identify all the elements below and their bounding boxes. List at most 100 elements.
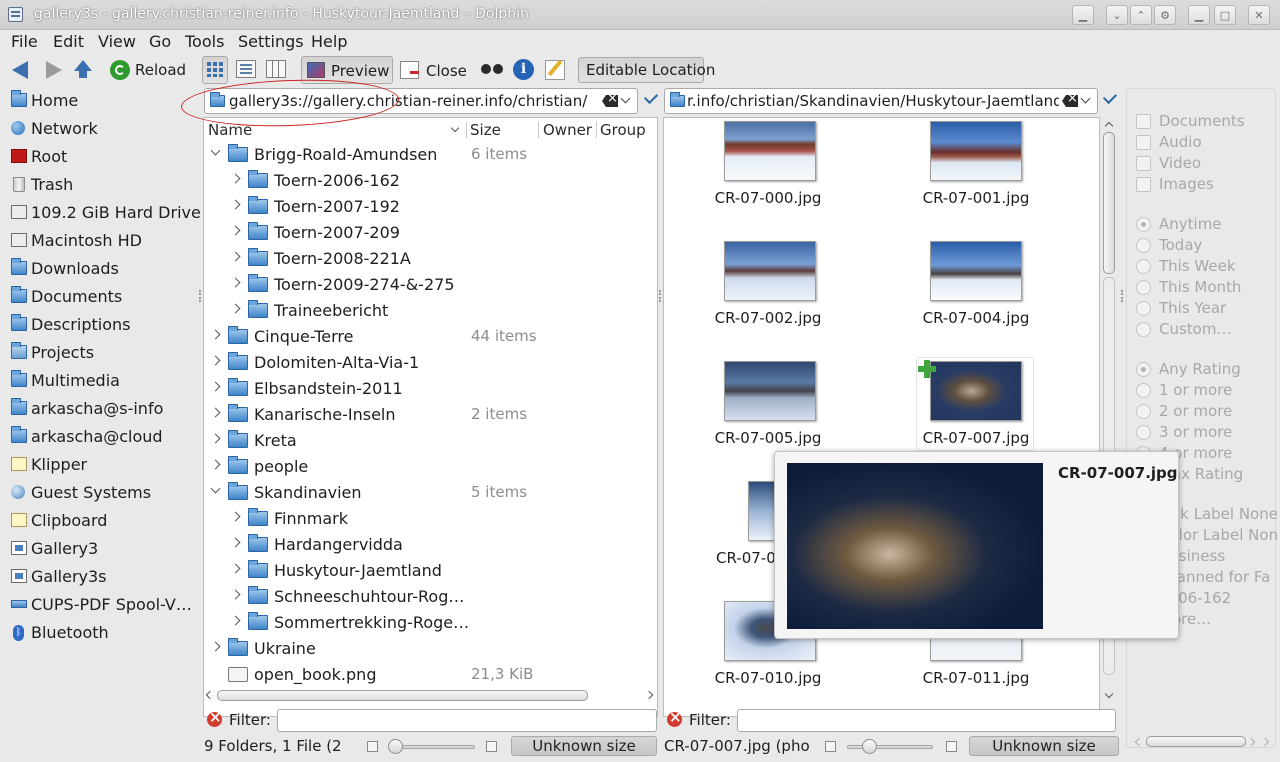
filter-images-checkbox[interactable] (1136, 177, 1151, 192)
menu-go[interactable]: Go (149, 32, 171, 51)
right-location-accept-icon[interactable] (1102, 89, 1118, 105)
shade-button[interactable]: ⌄ (1106, 5, 1128, 25)
keep-above-button[interactable]: ⌃ (1130, 5, 1152, 25)
reload-button[interactable]: Reload (108, 57, 188, 83)
place-downloads[interactable]: Downloads (4, 256, 198, 282)
chevron-down-icon[interactable] (620, 93, 631, 104)
place-root[interactable]: Root (4, 144, 198, 170)
menu-file[interactable]: File (11, 32, 38, 51)
left-filter-input[interactable] (277, 709, 657, 732)
left-location-accept-icon[interactable] (643, 89, 659, 105)
close-filter-icon[interactable] (207, 708, 222, 727)
folder-row[interactable]: Kanarische-Inseln 2 items (204, 402, 657, 428)
folder-row[interactable]: Ukraine (204, 636, 657, 662)
right-zoom-slider[interactable] (847, 745, 933, 749)
find-button[interactable] (480, 57, 506, 83)
left-scroll-thumb[interactable] (217, 690, 588, 701)
zoom-in-icon[interactable] (946, 741, 957, 752)
folder-row[interactable]: Brigg-Roald-Amundsen 6 items (204, 142, 657, 168)
place-bluetooth[interactable]: ᛒ Bluetooth (4, 620, 198, 646)
maximize-button[interactable]: □ (1214, 5, 1236, 25)
folder-row[interactable]: people (204, 454, 657, 480)
collapsed-chevron-icon[interactable] (210, 355, 221, 366)
editable-location-button[interactable]: Editable Location (578, 57, 715, 83)
folder-row[interactable]: Cinque-Terre 44 items (204, 324, 657, 350)
information-button[interactable]: i (512, 57, 536, 83)
folder-row[interactable]: Toern-2008-221A (204, 246, 657, 272)
left-zoom-knob[interactable] (388, 739, 403, 754)
close-window-button[interactable]: ✕ (1248, 5, 1270, 25)
collapsed-chevron-icon[interactable] (210, 329, 221, 340)
menu-tools[interactable]: Tools (185, 32, 224, 51)
scroll-right-icon[interactable] (1260, 737, 1270, 747)
file-item[interactable]: CR-07-002.jpg (668, 241, 868, 357)
collapsed-chevron-icon[interactable] (230, 251, 241, 262)
place-guest-systems[interactable]: Guest Systems (4, 480, 198, 506)
expanded-chevron-icon[interactable] (210, 483, 221, 494)
scroll-left-icon[interactable] (1134, 737, 1144, 747)
place-gallery3s[interactable]: Gallery3s (4, 564, 198, 590)
chevron-down-icon[interactable] (1080, 93, 1091, 104)
details-view-button[interactable] (236, 60, 256, 78)
collapsed-chevron-icon[interactable] (230, 615, 241, 626)
place-hard-drive[interactable]: 109.2 GiB Hard Drive (4, 200, 201, 226)
filter-audio-checkbox[interactable] (1136, 135, 1151, 150)
place-klipper[interactable]: Klipper (4, 452, 198, 478)
left-horizontal-scrollbar[interactable] (203, 689, 658, 703)
back-button[interactable] (10, 57, 32, 83)
place-macintosh-hd[interactable]: Macintosh HD (4, 228, 198, 254)
edit-button[interactable] (543, 57, 567, 83)
collapsed-chevron-icon[interactable] (230, 173, 241, 184)
folder-row[interactable]: Toern-2009-274-&-275 (204, 272, 657, 298)
place-projects[interactable]: Projects (4, 340, 198, 366)
collapsed-chevron-icon[interactable] (230, 511, 241, 522)
folder-row[interactable]: Toern-2007-192 (204, 194, 657, 220)
zoom-out-icon[interactable] (367, 741, 378, 752)
right-scroll-thumb[interactable] (1103, 132, 1115, 274)
folder-row[interactable]: Hardangervidda (204, 532, 657, 558)
collapsed-chevron-icon[interactable] (230, 199, 241, 210)
icons-view-button[interactable] (202, 56, 228, 84)
folder-row[interactable]: Toern-2006-162 (204, 168, 657, 194)
info-splitter[interactable] (1121, 290, 1124, 302)
right-zoom-knob[interactable] (862, 739, 877, 754)
collapsed-chevron-icon[interactable] (210, 433, 221, 444)
place-arkascha-cloud[interactable]: arkascha@cloud (4, 424, 198, 450)
scroll-left-icon[interactable] (205, 690, 215, 700)
views-splitter[interactable] (659, 290, 662, 302)
place-clipboard[interactable]: Clipboard (4, 508, 198, 534)
menu-settings[interactable]: Settings (238, 32, 304, 51)
file-row[interactable]: open_book.png 21,3 KiB (204, 662, 657, 688)
place-network[interactable]: Network (4, 116, 198, 142)
zoom-in-icon[interactable] (486, 741, 497, 752)
expanded-chevron-icon[interactable] (210, 145, 221, 156)
scroll-down-icon[interactable] (1104, 689, 1114, 699)
date-today-radio[interactable] (1136, 238, 1151, 253)
file-item[interactable]: CR-07-004.jpg (876, 241, 1076, 357)
place-home[interactable]: Home (4, 88, 198, 114)
close-filter-icon[interactable] (667, 708, 682, 727)
collapsed-chevron-icon[interactable] (230, 589, 241, 600)
filter-video-checkbox[interactable] (1136, 156, 1151, 171)
rating-1-radio[interactable] (1136, 383, 1151, 398)
scroll-up-icon[interactable] (1104, 121, 1114, 131)
collapsed-chevron-icon[interactable] (210, 459, 221, 470)
collapsed-chevron-icon[interactable] (230, 563, 241, 574)
columns-view-button[interactable] (266, 60, 286, 78)
file-item[interactable]: CR-07-000.jpg (668, 121, 868, 237)
scroll-right-icon[interactable] (1246, 737, 1256, 747)
rating-2-radio[interactable] (1136, 404, 1151, 419)
collapsed-chevron-icon[interactable] (210, 641, 221, 652)
right-filter-input[interactable] (737, 709, 1116, 732)
rating-3-radio[interactable] (1136, 425, 1151, 440)
dolphin-app-icon[interactable] (8, 7, 23, 22)
filter-documents-checkbox[interactable] (1136, 114, 1151, 129)
places-splitter[interactable] (199, 290, 202, 302)
settings-button[interactable]: ⚙ (1154, 5, 1176, 25)
date-month-radio[interactable] (1136, 280, 1151, 295)
clear-location-icon[interactable] (1062, 95, 1078, 107)
folder-row[interactable]: Elbsandstein-2011 (204, 376, 657, 402)
folder-row[interactable]: Sommertrekking-Roge… (204, 610, 657, 636)
menu-edit[interactable]: Edit (53, 32, 84, 51)
collapsed-chevron-icon[interactable] (210, 407, 221, 418)
